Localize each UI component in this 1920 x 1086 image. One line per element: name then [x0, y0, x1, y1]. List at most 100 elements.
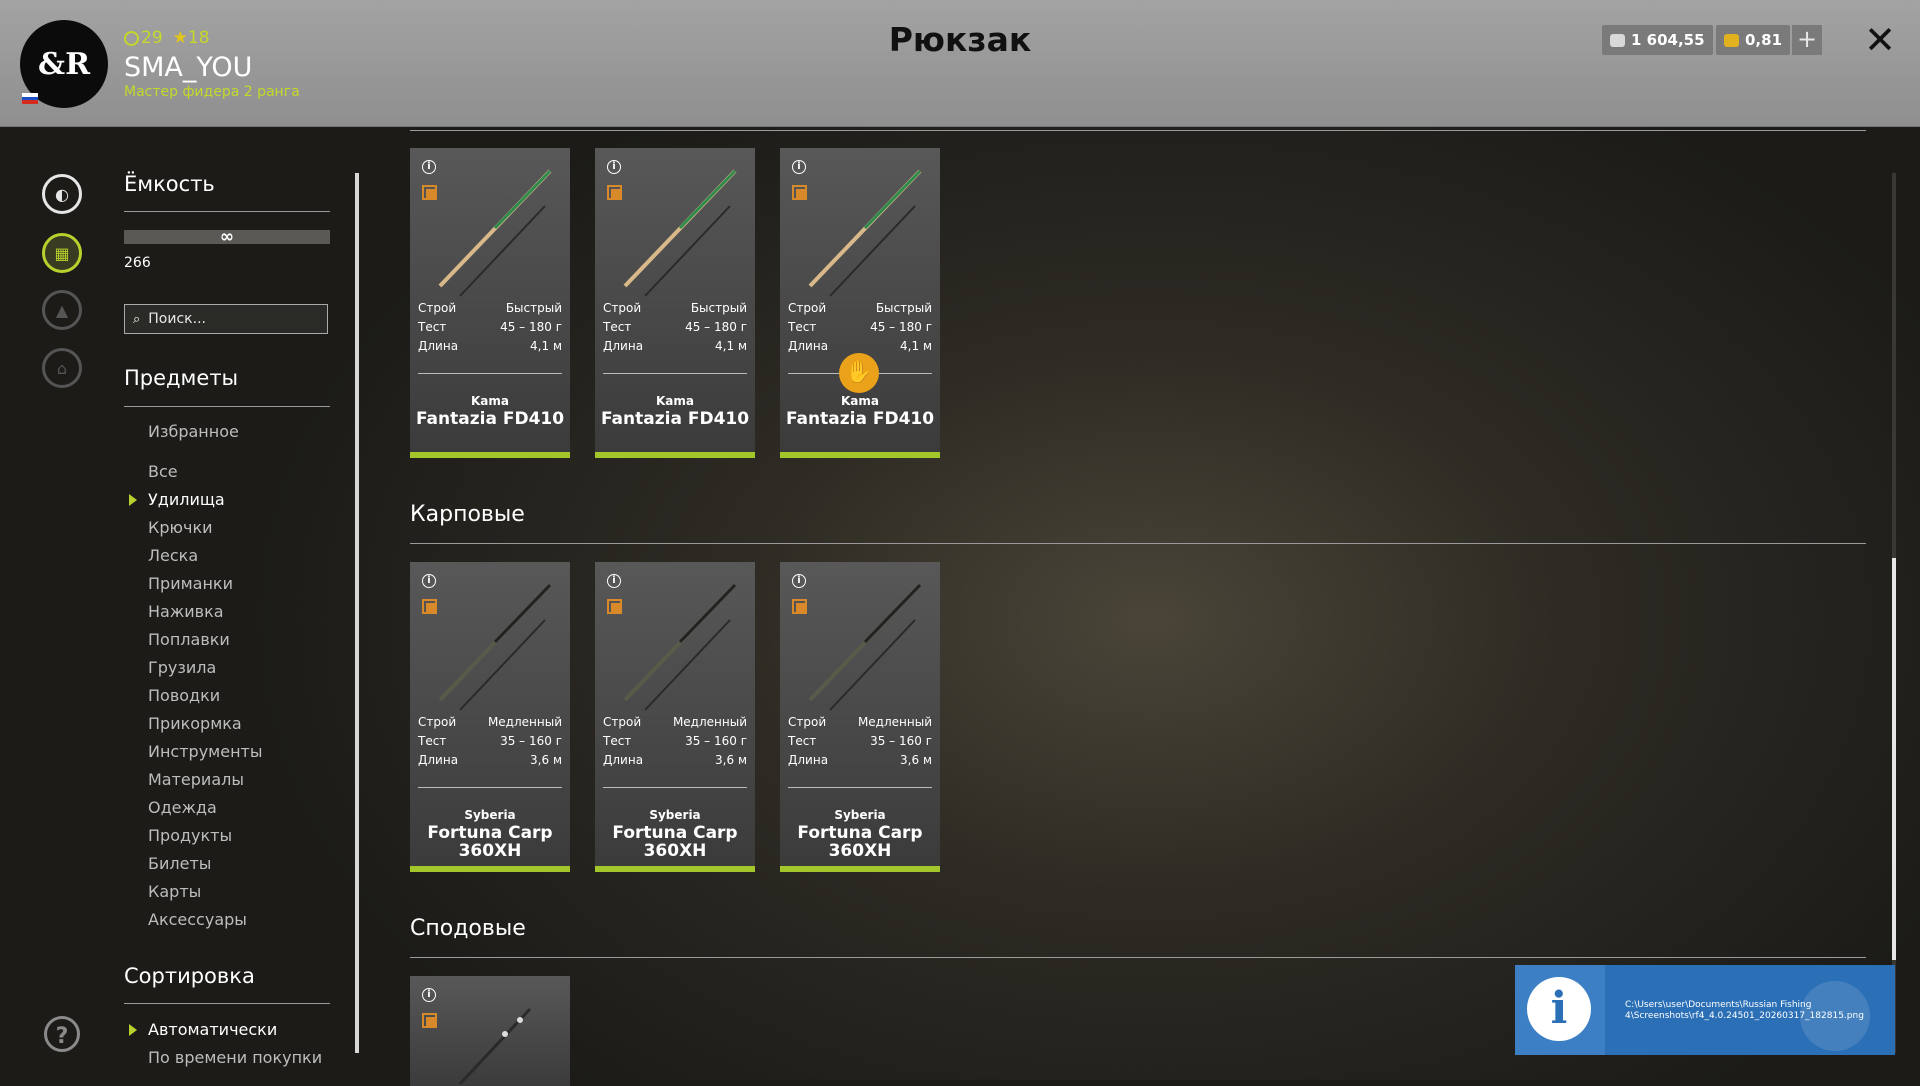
sidebar-item-category[interactable]: Крючки: [148, 518, 213, 537]
sidebar-item-category[interactable]: Поплавки: [148, 630, 230, 649]
rod-card[interactable]: i Строй Быстрый Тест 45 – 180 г Длина 4,1 м Kam…: [595, 148, 755, 458]
rod-model: Fortuna Carp 360XH: [427, 823, 553, 861]
fish-keepnet-icon[interactable]: ◐: [42, 174, 82, 214]
spec-action: Строй Медленный: [788, 715, 932, 729]
rod-brand: Syberia: [464, 808, 516, 822]
spec-label: Строй: [788, 301, 827, 315]
spec-action: Строй Быстрый: [418, 301, 562, 315]
spec-test: Тест 45 – 180 г: [603, 320, 747, 334]
rod-model: Fantazia FD410: [415, 409, 565, 429]
spec-value: 35 – 160 г: [500, 734, 562, 748]
sidebar-item-category[interactable]: Прикормка: [148, 714, 242, 733]
spec-label: Тест: [603, 320, 632, 334]
sidebar-item-category[interactable]: Поводки: [148, 686, 220, 705]
rod-brand: Syberia: [649, 808, 701, 822]
rod-image: [458, 1007, 532, 1084]
help-icon[interactable]: ?: [44, 1016, 80, 1052]
spec-value: 3,6 м: [530, 753, 562, 767]
sidebar-item-category[interactable]: Продукты: [148, 826, 232, 845]
sidebar-item-category[interactable]: Карты: [148, 882, 201, 901]
divider: [124, 406, 330, 407]
player-rank: Мастер фидера 2 ранга: [124, 84, 300, 100]
spec-label: Тест: [418, 734, 447, 748]
info-icon: i: [1527, 977, 1591, 1041]
add-currency-button[interactable]: +: [1792, 25, 1822, 55]
sort-option[interactable]: По времени покупки: [148, 1048, 322, 1067]
spec-test: Тест 45 – 180 г: [788, 320, 932, 334]
sidebar-item-category[interactable]: Билеты: [148, 854, 211, 873]
rod-model: Fantazia FD410: [600, 409, 750, 429]
rod-image: [438, 583, 552, 711]
sort-option[interactable]: Автоматически: [148, 1020, 277, 1039]
divider: [124, 1003, 330, 1004]
home-icon[interactable]: ⌂: [42, 348, 82, 388]
rod-card[interactable]: i Строй Медленный Тест 35 – 160 г Длина 3,6 мS…: [595, 562, 755, 872]
rod-model: Fortuna Carp 360XH: [612, 823, 738, 861]
card-divider: [788, 787, 932, 788]
gold-coin-icon: [1724, 33, 1739, 47]
sidebar-item-category[interactable]: Леска: [148, 546, 198, 565]
search-box[interactable]: ⌕: [124, 304, 328, 334]
sidebar-item-category[interactable]: Удилища: [148, 490, 225, 509]
spec-value: 35 – 160 г: [870, 734, 932, 748]
rod-card[interactable]: i Строй Медленный Тест 35 – 160 г Длина 3,6 мS…: [410, 562, 570, 872]
left-scrollbar[interactable]: [355, 173, 359, 1053]
spec-label: Длина: [603, 339, 644, 353]
spec-value: 45 – 180 г: [685, 320, 747, 334]
spec-value: 4,1 м: [900, 339, 932, 353]
spec-label: Тест: [788, 320, 817, 334]
rod-card[interactable]: i Строй Медленный Тест 35 – 160 г Длина 3,6 мS…: [780, 562, 940, 872]
rod-model: Fortuna Carp 360XH: [797, 823, 923, 861]
sidebar-item-category[interactable]: Грузила: [148, 658, 216, 677]
spec-label: Длина: [418, 753, 459, 767]
sidebar-item-category[interactable]: Одежда: [148, 798, 217, 817]
spec-label: Строй: [603, 301, 642, 315]
silver-coin-icon: [1610, 33, 1625, 47]
search-icon: ⌕: [133, 311, 141, 327]
spec-action: Строй Быстрый: [603, 301, 747, 315]
divider: [124, 211, 330, 212]
spec-value: 3,6 м: [900, 753, 932, 767]
spec-test: Тест 35 – 160 г: [418, 734, 562, 748]
cursor-icon: [1800, 981, 1870, 1051]
spec-value: 35 – 160 г: [685, 734, 747, 748]
close-button[interactable]: ✕: [1862, 20, 1898, 60]
selected-arrow-icon: [129, 494, 137, 506]
backpack-icon[interactable]: ▦: [42, 233, 82, 273]
spec-value: 45 – 180 г: [870, 320, 932, 334]
sidebar-item-category[interactable]: Все: [148, 462, 178, 481]
rod-image: [623, 169, 737, 297]
sidebar-item-category[interactable]: Инструменты: [148, 742, 263, 761]
rod-image: [438, 169, 552, 297]
spec-value: Быстрый: [690, 301, 747, 315]
rod-brand: Kama: [471, 394, 509, 408]
capacity-value: 266: [124, 255, 151, 271]
sidebar-item-category[interactable]: Приманки: [148, 574, 233, 593]
sidebar-item-category[interactable]: Материалы: [148, 770, 244, 789]
spec-value: 4,1 м: [530, 339, 562, 353]
card-divider: [418, 373, 562, 374]
top-bar: &R 29 ★18 SMA_YOU Мастер фидера 2 ранга …: [0, 0, 1920, 127]
capacity-title: Ёмкость: [124, 172, 215, 196]
rod-card[interactable]: i Строй Быстрый Тест 45 – 180 г Длина 4,1 м Kam…: [780, 148, 940, 458]
sidebar-item-category[interactable]: Аксессуары: [148, 910, 247, 929]
content-scrollbar[interactable]: [1892, 558, 1896, 960]
tent-icon[interactable]: ▲: [42, 290, 82, 330]
rod-card[interactable]: i: [410, 976, 570, 1086]
equipped-hand-icon[interactable]: ✋: [839, 353, 879, 393]
russia-flag-icon: [22, 93, 38, 104]
screenshot-notification[interactable]: i C:\Users\user\Documents\Russian Fishin…: [1515, 965, 1895, 1055]
search-input[interactable]: [146, 310, 311, 328]
rod-brand: Kama: [656, 394, 694, 408]
menu-favorites[interactable]: Избранное: [148, 422, 239, 441]
spec-value: Быстрый: [875, 301, 932, 315]
rod-image: [808, 169, 922, 297]
spec-value: Медленный: [672, 715, 747, 729]
rod-card[interactable]: i Строй Быстрый Тест 45 – 180 г Длина 4,1 м Kam…: [410, 148, 570, 458]
spec-length: Длина 4,1 м: [603, 339, 747, 353]
spec-label: Тест: [788, 734, 817, 748]
sidebar-item-category[interactable]: Наживка: [148, 602, 224, 621]
spec-label: Тест: [418, 320, 447, 334]
spec-test: Тест 45 – 180 г: [418, 320, 562, 334]
gold-balance: 0,81: [1716, 25, 1791, 55]
